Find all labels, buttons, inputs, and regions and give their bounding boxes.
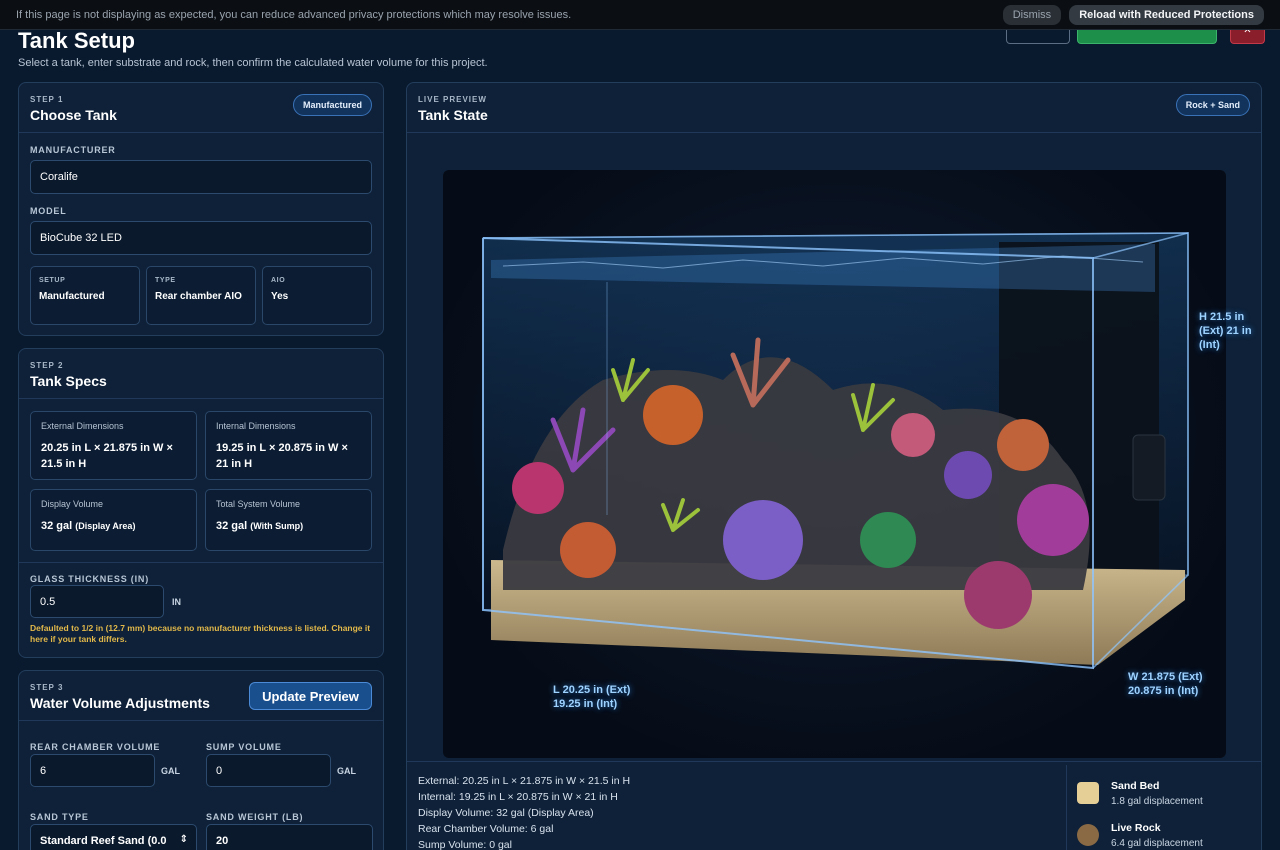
external-dimensions-box: External Dimensions 20.25 in L × 21.875 …: [30, 411, 197, 480]
sump-volume-input[interactable]: 0: [206, 754, 331, 787]
display-volume-label: Display Volume: [41, 499, 104, 509]
type-tile: TYPE Rear chamber AIO: [146, 266, 256, 325]
step2-title: Tank Specs: [30, 373, 107, 389]
total-volume-label: Total System Volume: [216, 499, 301, 509]
internal-dimensions-label: Internal Dimensions: [216, 421, 296, 431]
step1-label: STEP 1: [30, 95, 64, 104]
display-volume-value: 32 gal (Display Area): [41, 518, 186, 534]
internal-dimensions-box: Internal Dimensions 19.25 in L × 20.875 …: [205, 411, 372, 480]
external-dimensions-value: 20.25 in L × 21.875 in W × 21.5 in H: [41, 442, 173, 470]
legend-divider: [1066, 765, 1067, 850]
type-label: TYPE: [155, 277, 176, 284]
height-dimension-text: H 21.5 in (Ext) 21 in (Int): [1199, 311, 1252, 351]
sump-volume-label: SUMP VOLUME: [206, 742, 282, 752]
live-rock-name: Live Rock: [1111, 822, 1161, 834]
aio-value: Yes: [271, 291, 289, 302]
model-field[interactable]: BioCube 32 LED: [30, 221, 372, 255]
model-label: MODEL: [30, 206, 67, 216]
display-volume-box: Display Volume 32 gal (Display Area): [30, 489, 197, 551]
divider: [19, 562, 383, 563]
glass-thickness-note: Defaulted to 1/2 in (12.7 mm) because no…: [30, 623, 371, 644]
stat-sump: Sump Volume: 0 gal: [418, 839, 512, 850]
tank-illustration: [482, 231, 1189, 670]
sand-type-value: Standard Reef Sand (0.0: [40, 834, 167, 847]
sand-weight-input[interactable]: 20: [206, 824, 373, 850]
display-volume-number: 32 gal: [41, 520, 73, 532]
height-dimension-label: H 21.5 in (Ext) 21 in (Int): [1199, 310, 1254, 352]
step3-title: Water Volume Adjustments: [30, 695, 210, 711]
page-subtitle: Select a tank, enter substrate and rock,…: [18, 57, 488, 69]
sand-weight-label: SAND WEIGHT (LB): [206, 812, 304, 822]
width-dimension-label: W 21.875 (Ext) 20.875 in (Int): [1128, 670, 1203, 698]
sump-volume-unit: GAL: [337, 766, 356, 776]
preview-label: LIVE PREVIEW: [418, 95, 487, 104]
step3-label: STEP 3: [30, 683, 64, 692]
sand-type-label: SAND TYPE: [30, 812, 89, 822]
rear-chamber-input[interactable]: 6: [30, 754, 155, 787]
aio-tile: AIO Yes: [262, 266, 372, 325]
manufacturer-field[interactable]: Coralife: [30, 160, 372, 194]
update-preview-button[interactable]: Update Preview: [249, 682, 372, 710]
privacy-banner: If this page is not displaying as expect…: [0, 0, 1280, 30]
divider: [407, 761, 1261, 762]
type-value: Rear chamber AIO: [155, 291, 242, 302]
aio-label: AIO: [271, 277, 286, 284]
preview-title: Tank State: [418, 107, 488, 123]
glass-thickness-unit: IN: [172, 597, 181, 607]
setup-tile: SETUP Manufactured: [30, 266, 140, 325]
step1-card: STEP 1 Choose Tank Manufactured MANUFACT…: [18, 82, 384, 336]
tank-preview: [443, 170, 1226, 758]
setup-value: Manufactured: [39, 291, 105, 302]
banner-text: If this page is not displaying as expect…: [16, 8, 572, 21]
dismiss-button[interactable]: Dismiss: [1002, 4, 1062, 25]
step2-header: STEP 2 Tank Specs: [19, 349, 383, 399]
select-arrows-icon: ⇕: [179, 834, 188, 845]
length-int: 19.25 in (Int): [553, 698, 618, 710]
sand-bed-sub: 1.8 gal displacement: [1111, 796, 1203, 807]
length-dimension-label: L 20.25 in (Ext) 19.25 in (Int): [553, 683, 630, 711]
external-dimensions-label: External Dimensions: [41, 421, 124, 431]
step3-card: STEP 3 Water Volume Adjustments Update P…: [18, 670, 384, 850]
step1-header: STEP 1 Choose Tank Manufactured: [19, 83, 383, 133]
rear-chamber-label: REAR CHAMBER VOLUME: [30, 742, 161, 752]
stat-rear-chamber: Rear Chamber Volume: 6 gal: [418, 823, 554, 835]
step3-header: STEP 3 Water Volume Adjustments Update P…: [19, 671, 383, 721]
glass-thickness-input[interactable]: 0.5: [30, 585, 164, 618]
page-title: Tank Setup: [18, 28, 135, 53]
glass-thickness-label: GLASS THICKNESS (IN): [30, 574, 150, 584]
rock-sand-badge: Rock + Sand: [1175, 94, 1250, 116]
preview-card: LIVE PREVIEW Tank State Rock + Sand H 21…: [406, 82, 1262, 850]
sand-bed-swatch: [1077, 782, 1099, 804]
width-ext: W 21.875 (Ext): [1128, 671, 1203, 683]
sand-bed-name: Sand Bed: [1111, 780, 1160, 792]
rear-chamber-unit: GAL: [161, 766, 180, 776]
sand-type-select[interactable]: Standard Reef Sand (0.0 ⇕: [30, 824, 197, 850]
live-rock-sub: 6.4 gal displacement: [1111, 838, 1203, 849]
setup-label: SETUP: [39, 277, 66, 284]
width-int: 20.875 in (Int): [1128, 685, 1199, 697]
preview-header: LIVE PREVIEW Tank State Rock + Sand: [407, 83, 1261, 133]
step2-label: STEP 2: [30, 361, 64, 370]
total-volume-number: 32 gal: [216, 520, 248, 532]
stat-external: External: 20.25 in L × 21.875 in W × 21.…: [418, 775, 631, 787]
live-rock-swatch: [1077, 824, 1099, 846]
total-volume-box: Total System Volume 32 gal (With Sump): [205, 489, 372, 551]
manufactured-badge: Manufactured: [292, 94, 372, 116]
length-ext: L 20.25 in (Ext): [553, 684, 631, 696]
stat-display-volume: Display Volume: 32 gal (Display Area): [418, 807, 594, 819]
reload-reduced-protections-button[interactable]: Reload with Reduced Protections: [1069, 4, 1264, 25]
display-volume-note: (Display Area): [75, 521, 136, 531]
internal-dimensions-value: 19.25 in L × 20.875 in W × 21 in H: [216, 442, 348, 470]
total-volume-value: 32 gal (With Sump): [216, 518, 361, 534]
stat-internal: Internal: 19.25 in L × 20.875 in W × 21 …: [418, 791, 618, 803]
manufacturer-label: MANUFACTURER: [30, 145, 116, 155]
step2-card: STEP 2 Tank Specs External Dimensions 20…: [18, 348, 384, 658]
step1-title: Choose Tank: [30, 107, 117, 123]
total-volume-note: (With Sump): [250, 521, 304, 531]
tank-stats: External: 20.25 in L × 21.875 in W × 21.…: [418, 773, 630, 850]
